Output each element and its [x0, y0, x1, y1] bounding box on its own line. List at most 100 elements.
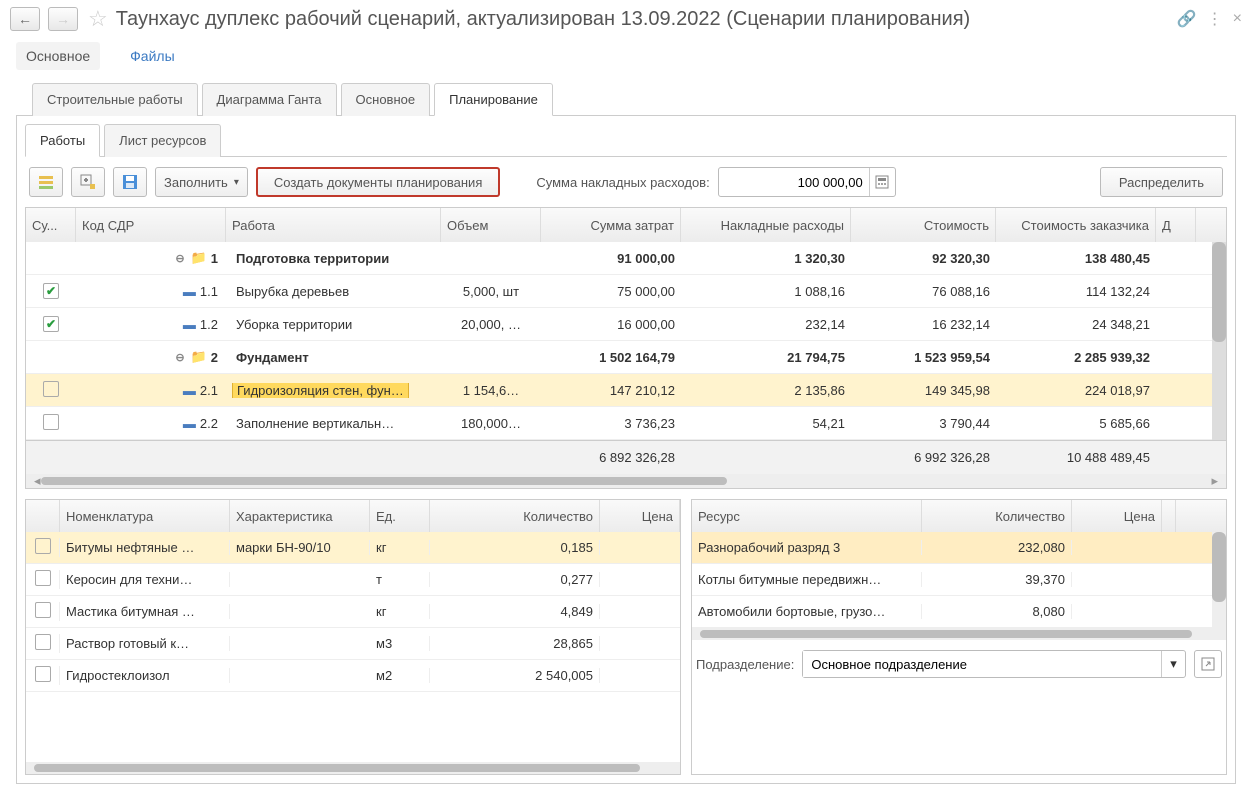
row-checkbox[interactable]	[43, 414, 59, 430]
materials-row[interactable]: Гидростеклоизолм22 540,005	[26, 660, 680, 692]
col-work[interactable]: Работа	[226, 208, 441, 242]
work-cell: Заполнение вертикальн…	[232, 416, 398, 431]
division-label: Подразделение:	[696, 657, 794, 672]
work-cell: Подготовка территории	[232, 251, 393, 266]
folder-icon: 📁	[191, 349, 207, 365]
row-checkbox[interactable]	[35, 602, 51, 618]
works-table-row[interactable]: ▬ 2.2Заполнение вертикальн…180,000…3 736…	[26, 407, 1226, 440]
header-bar: ← → ☆ Таунхаус дуплекс рабочий сценарий,…	[0, 0, 1252, 38]
overhead-input[interactable]	[719, 175, 869, 190]
row-checkbox[interactable]	[35, 666, 51, 682]
link-icon[interactable]: 🔗	[1177, 9, 1197, 29]
more-icon[interactable]: ⋮	[1207, 9, 1223, 29]
row-checkbox[interactable]	[35, 570, 51, 586]
works-table-row[interactable]: ⊖📁 2Фундамент1 502 164,7921 794,751 523 …	[26, 341, 1226, 374]
rcol-qty[interactable]: Количество	[922, 500, 1072, 532]
works-table: Су... Код СДР Работа Объем Сумма затрат …	[25, 207, 1227, 489]
tree-collapse-button[interactable]	[29, 167, 63, 197]
tree-expand-button[interactable]	[71, 167, 105, 197]
division-dropdown-icon[interactable]: ▾	[1161, 651, 1185, 677]
materials-row[interactable]: Мастика битумная …кг4,849	[26, 596, 680, 628]
materials-hscroll[interactable]	[26, 762, 680, 774]
division-open-button[interactable]	[1194, 650, 1222, 678]
resources-hscroll[interactable]	[692, 628, 1226, 640]
resources-panel: Ресурс Количество Цена Разнорабочий разр…	[691, 499, 1227, 775]
col-volume[interactable]: Объем	[441, 208, 541, 242]
tab-works[interactable]: Работы	[25, 124, 100, 157]
materials-table: Номенклатура Характеристика Ед. Количест…	[25, 499, 681, 775]
works-table-footer: 6 892 326,28 6 992 326,28 10 488 489,45	[26, 440, 1226, 474]
row-checkbox[interactable]	[35, 538, 51, 554]
resources-row[interactable]: Разнорабочий разряд 3232,080	[692, 532, 1226, 564]
works-table-row[interactable]: ▬ 1.1Вырубка деревьев5,000, шт75 000,001…	[26, 275, 1226, 308]
row-checkbox[interactable]	[35, 634, 51, 650]
col-cust-cost[interactable]: Стоимость заказчика	[996, 208, 1156, 242]
materials-row[interactable]: Раствор готовый к…м328,865	[26, 628, 680, 660]
rcol-res[interactable]: Ресурс	[692, 500, 922, 532]
close-icon[interactable]: ×	[1233, 10, 1242, 28]
works-table-row[interactable]: ▬ 2.1Гидроизоляция стен, фун…1 154,6…147…	[26, 374, 1226, 407]
resources-vscroll[interactable]	[1212, 532, 1226, 628]
col-code[interactable]: Код СДР	[76, 208, 226, 242]
mcol-qty[interactable]: Количество	[430, 500, 600, 532]
mcol-nomen[interactable]: Номенклатура	[60, 500, 230, 532]
collapse-icon[interactable]: ⊖	[175, 351, 184, 364]
work-cell: Вырубка деревьев	[232, 284, 353, 299]
resources-row[interactable]: Котлы битумные передвижн…39,370	[692, 564, 1226, 596]
subtab-files[interactable]: Файлы	[120, 42, 184, 70]
collapse-icon[interactable]: ⊖	[175, 252, 184, 265]
tab-construction[interactable]: Строительные работы	[32, 83, 198, 116]
favorite-star-icon[interactable]: ☆	[88, 6, 108, 32]
folder-icon: 📁	[191, 250, 207, 266]
nav-back-button[interactable]: ←	[10, 7, 40, 31]
mcol-unit[interactable]: Ед.	[370, 500, 430, 532]
calculator-icon[interactable]	[869, 168, 895, 196]
tabs-inner: Работы Лист ресурсов	[25, 123, 1227, 157]
footer-cust-cost: 10 488 489,45	[996, 450, 1156, 465]
toolbar: Заполнить ▾ Создать документы планировани…	[25, 157, 1227, 207]
nav-forward-button[interactable]: →	[48, 7, 78, 31]
row-checkbox[interactable]	[43, 283, 59, 299]
item-icon: ▬	[183, 317, 196, 332]
distribute-button[interactable]: Распределить	[1100, 167, 1223, 197]
rcol-price[interactable]: Цена	[1072, 500, 1162, 532]
tab-planning[interactable]: Планирование	[434, 83, 553, 116]
materials-row[interactable]: Битумы нефтяные …марки БН-90/10кг0,185	[26, 532, 680, 564]
works-table-row[interactable]: ▬ 1.2Уборка территории20,000, …16 000,00…	[26, 308, 1226, 341]
footer-cost: 6 992 326,28	[851, 450, 996, 465]
works-table-row[interactable]: ⊖📁 1Подготовка территории91 000,001 320,…	[26, 242, 1226, 275]
row-checkbox[interactable]	[43, 316, 59, 332]
works-table-vscroll[interactable]	[1212, 242, 1226, 440]
materials-header: Номенклатура Характеристика Ед. Количест…	[26, 500, 680, 532]
col-su[interactable]: Су...	[26, 208, 76, 242]
materials-row[interactable]: Керосин для техни…т0,277	[26, 564, 680, 596]
overhead-field[interactable]	[718, 167, 896, 197]
col-d[interactable]: Д	[1156, 208, 1196, 242]
caret-down-icon: ▾	[234, 177, 239, 188]
resources-row[interactable]: Автомобили бортовые, грузо…8,080	[692, 596, 1226, 628]
division-field[interactable]: ▾	[802, 650, 1186, 678]
tab-main[interactable]: Основное	[341, 83, 431, 116]
save-button[interactable]	[113, 167, 147, 197]
division-input[interactable]	[803, 651, 1161, 677]
row-checkbox[interactable]	[43, 381, 59, 397]
fill-button[interactable]: Заполнить ▾	[155, 167, 248, 197]
item-icon: ▬	[183, 416, 196, 431]
work-cell: Фундамент	[232, 350, 313, 365]
sub-header: Основное Файлы	[0, 38, 1252, 82]
tab-resources-sheet[interactable]: Лист ресурсов	[104, 124, 221, 157]
fill-button-label: Заполнить	[164, 175, 228, 190]
works-table-header: Су... Код СДР Работа Объем Сумма затрат …	[26, 208, 1226, 242]
col-cost[interactable]: Стоимость	[851, 208, 996, 242]
mcol-char[interactable]: Характеристика	[230, 500, 370, 532]
tab-gantt[interactable]: Диаграмма Ганта	[202, 83, 337, 116]
col-overhead[interactable]: Накладные расходы	[681, 208, 851, 242]
col-cost-sum[interactable]: Сумма затрат	[541, 208, 681, 242]
tabs-top: Строительные работы Диаграмма Ганта Осно…	[16, 82, 1236, 116]
overhead-label: Сумма накладных расходов:	[536, 175, 709, 190]
mcol-price[interactable]: Цена	[600, 500, 680, 532]
item-icon: ▬	[183, 383, 196, 398]
works-table-hscroll[interactable]: ◂▸	[26, 474, 1226, 488]
subtab-main[interactable]: Основное	[16, 42, 100, 70]
create-planning-docs-button[interactable]: Создать документы планирования	[256, 167, 501, 197]
